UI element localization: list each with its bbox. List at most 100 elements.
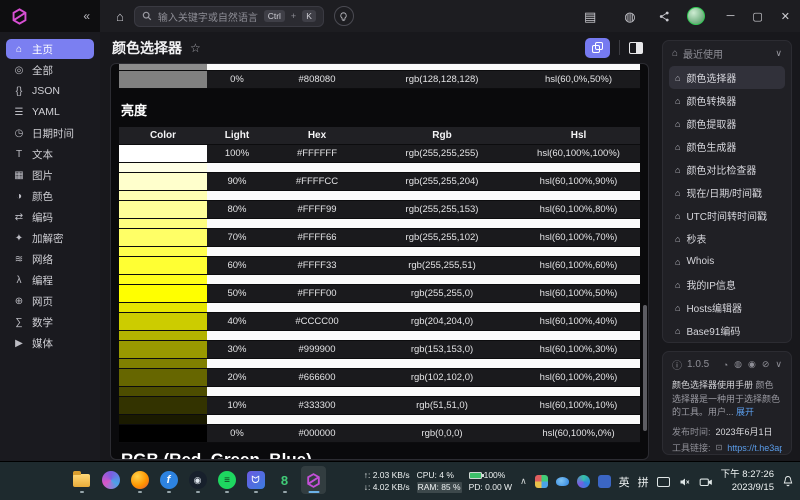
chevron-down-icon[interactable]: ∨ xyxy=(775,48,782,59)
github-icon[interactable]: ◉ xyxy=(748,359,756,370)
edge-tray-icon[interactable] xyxy=(577,475,590,488)
recent-item[interactable]: ⌂Whois xyxy=(669,250,785,273)
block-icon[interactable]: ⊘ xyxy=(762,359,770,370)
search-input[interactable]: 输入关键字或自然语言进... Ctrl + K xyxy=(134,6,324,27)
hex-cell: #FFFF33 xyxy=(267,257,367,274)
sidebar-item-颜色[interactable]: ◑颜色 xyxy=(6,186,94,206)
hex-cell: #CCCC00 xyxy=(267,313,367,330)
right-panel-toggle-icon[interactable] xyxy=(629,42,643,54)
recent-item[interactable]: ⌂颜色对比检查器 xyxy=(669,158,785,181)
recent-item[interactable]: ⌂颜色生成器 xyxy=(669,135,785,158)
table-row: 40%#CCCC00rgb(204,204,0)hsl(60,100%,40%) xyxy=(119,313,640,331)
camera-tray-icon[interactable] xyxy=(699,476,713,488)
ime-language-indicator[interactable]: 英 xyxy=(619,474,630,490)
rgb-cell xyxy=(367,63,517,70)
restore-button[interactable]: ▢ xyxy=(752,10,762,23)
sidebar-item-图片[interactable]: ▦图片 xyxy=(6,165,94,185)
taskbar-app-notes-app[interactable]: ᗢ xyxy=(243,466,268,494)
sidebar-item-网络[interactable]: ≋网络 xyxy=(6,249,94,269)
display-tray-icon[interactable] xyxy=(657,477,670,487)
color-cell xyxy=(119,63,207,70)
taskbar-app-he3[interactable] xyxy=(301,466,326,494)
sidebar-item-数学[interactable]: ∑数学 xyxy=(6,312,94,332)
ime-mode-indicator[interactable]: 拼 xyxy=(638,474,649,490)
taskbar-app-firefox[interactable] xyxy=(127,466,152,494)
recent-item[interactable]: ⌂Hosts编辑器 xyxy=(669,296,785,319)
sidebar-item-加解密[interactable]: ✦加解密 xyxy=(6,228,94,248)
spotify-icon: ≡ xyxy=(218,471,236,489)
user-avatar[interactable] xyxy=(687,7,705,25)
taskbar-apps: f◉ ≡ ᗢ8 xyxy=(40,466,326,494)
light-cell xyxy=(207,163,267,172)
sidebar-item-label: 全部 xyxy=(32,63,53,78)
taskbar-clock[interactable]: 下午 8:27:26 2023/9/15 xyxy=(721,469,774,495)
sidebar-item-全部[interactable]: ◎全部 xyxy=(6,60,94,80)
taskbar-app-code-runner[interactable]: 8 xyxy=(272,466,297,494)
taskbar-app-steam[interactable]: ◉ xyxy=(185,466,210,494)
browser-icon[interactable]: ◍ xyxy=(624,10,635,23)
muted-speaker-icon[interactable] xyxy=(678,476,691,488)
recent-item[interactable]: ⌂Base91编码 xyxy=(669,319,785,342)
light-cell: 0% xyxy=(207,425,267,442)
recent-item[interactable]: ⌂秒表 xyxy=(669,227,785,250)
favorite-star-icon[interactable]: ☆ xyxy=(190,41,201,55)
sidebar-item-文本[interactable]: T文本 xyxy=(6,144,94,164)
taskbar-app-downloader[interactable]: f xyxy=(156,466,181,494)
tips-button[interactable] xyxy=(334,6,354,26)
history-icon[interactable]: ◔ xyxy=(723,360,728,370)
sidebar-item-媒体[interactable]: ▶媒体 xyxy=(6,333,94,353)
scrollbar-thumb[interactable] xyxy=(643,305,647,431)
website-icon[interactable]: ◍ xyxy=(734,359,742,370)
recent-item[interactable]: ⌂颜色选择器 xyxy=(669,66,785,89)
table-row xyxy=(119,387,640,397)
chevron-down-icon[interactable]: ∨ xyxy=(775,359,782,370)
field-link[interactable]: https://t.he3app.co... xyxy=(727,443,782,453)
onedrive-tray-icon[interactable] xyxy=(556,477,569,486)
recent-header[interactable]: ⌂ 最近使用 ∨ xyxy=(663,41,791,66)
taskbar-app-file-explorer[interactable] xyxy=(69,466,94,494)
changelog-icon[interactable]: ▤ xyxy=(584,10,596,23)
share-icon[interactable] xyxy=(658,10,671,23)
close-button[interactable]: ✕ xyxy=(781,10,790,23)
tray-expand-icon[interactable]: ∧ xyxy=(520,476,527,487)
home-nav-icon[interactable]: ⌂ xyxy=(116,10,124,23)
sidebar-item-网页[interactable]: ⊕网页 xyxy=(6,291,94,311)
recent-item-label: 颜色转换器 xyxy=(686,93,736,108)
hsl-cell xyxy=(517,163,640,172)
widgets-tray-icon[interactable] xyxy=(535,475,548,488)
light-cell: 60% xyxy=(207,257,267,274)
sidebar-item-日期时间[interactable]: ◷日期时间 xyxy=(6,123,94,143)
sidebar-item-JSON[interactable]: {}JSON xyxy=(6,81,94,101)
running-indicator xyxy=(167,491,171,494)
sidebar-item-编码[interactable]: ⇄编码 xyxy=(6,207,94,227)
app-tray-icon[interactable] xyxy=(598,475,611,488)
recent-item[interactable]: ⌂现在/日期/时间戳 xyxy=(669,181,785,204)
sidebar-item-编程[interactable]: λ编程 xyxy=(6,270,94,290)
hex-cell xyxy=(267,331,367,340)
taskbar-app-ms-365[interactable] xyxy=(98,466,123,494)
color-swatch xyxy=(119,63,207,70)
sidebar-item-主页[interactable]: ⌂主页 xyxy=(6,39,94,59)
color-swatch xyxy=(119,201,207,218)
expand-link[interactable]: 展开 xyxy=(736,407,754,417)
rgb-cell xyxy=(367,303,517,312)
hex-cell: #FFFFCC xyxy=(267,173,367,190)
taskbar-app-start[interactable] xyxy=(40,466,65,494)
color-cell xyxy=(119,331,207,340)
recent-item[interactable]: ⌂颜色转换器 xyxy=(669,89,785,112)
recent-item[interactable]: ⌂颜色提取器 xyxy=(669,112,785,135)
sidebar-item-YAML[interactable]: ☰YAML xyxy=(6,102,94,122)
sidebar-item-label: 加解密 xyxy=(32,231,64,246)
recent-item[interactable]: ⌂UTC时间转时间戳 xyxy=(669,204,785,227)
traffic-monitor[interactable]: ↑: 2.03 KB/s ↓: 4.02 KB/s CPU: 4 % RAM: … xyxy=(364,470,512,493)
pin-tool-button[interactable] xyxy=(585,38,610,58)
notifications-bell-icon[interactable] xyxy=(782,475,794,488)
taskbar-app-spotify[interactable]: ≡ xyxy=(214,466,239,494)
minimize-button[interactable]: ─ xyxy=(727,10,735,22)
he3-logo-icon xyxy=(10,7,29,26)
recent-item[interactable]: ⌂我的IP信息 xyxy=(669,273,785,296)
light-cell: 70% xyxy=(207,229,267,246)
color-swatch xyxy=(119,247,207,256)
sidebar-collapse-button[interactable]: « xyxy=(83,9,90,23)
rgb-cell xyxy=(367,415,517,424)
